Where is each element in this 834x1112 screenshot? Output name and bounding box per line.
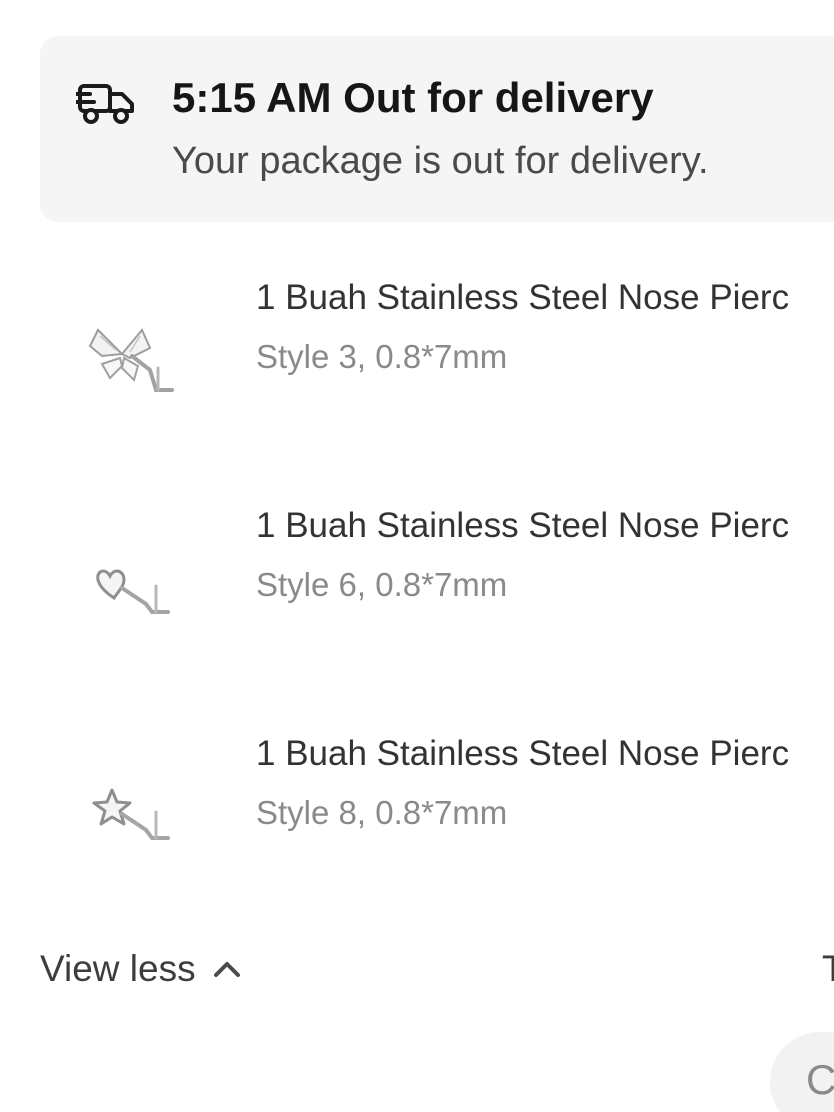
order-item[interactable]: 1 Buah Stainless Steel Nose Pierc Style … xyxy=(0,496,834,676)
bottom-action-button[interactable]: C xyxy=(770,1032,834,1112)
item-variant: Style 8, 0.8*7mm xyxy=(256,794,508,831)
order-tracking-page: 5:15 AM Out for delivery Your package is… xyxy=(0,0,834,1112)
truck-icon xyxy=(76,84,134,124)
star-nose-stud-image xyxy=(92,788,170,840)
order-item[interactable]: 1 Buah Stainless Steel Nose Pierc Style … xyxy=(0,268,834,448)
delivery-status-card[interactable]: 5:15 AM Out for delivery Your package is… xyxy=(40,36,834,222)
item-variant: Style 3, 0.8*7mm xyxy=(256,338,508,375)
cut-off-text: T xyxy=(822,948,834,989)
item-name: 1 Buah Stainless Steel Nose Pierc xyxy=(256,506,790,545)
order-item[interactable]: 1 Buah Stainless Steel Nose Pierc Style … xyxy=(0,724,834,904)
heart-nose-stud-image xyxy=(96,569,170,614)
view-less-label: View less xyxy=(40,948,196,989)
bottom-action-label: C xyxy=(806,1056,834,1103)
delivery-status-description: Your package is out for delivery. xyxy=(172,140,709,182)
chevron-up-icon xyxy=(213,962,240,977)
view-less-button[interactable]: View less xyxy=(40,948,242,990)
item-variant: Style 6, 0.8*7mm xyxy=(256,566,508,603)
item-name: 1 Buah Stainless Steel Nose Pierc xyxy=(256,734,790,773)
delivery-status-title: 5:15 AM Out for delivery xyxy=(172,74,654,121)
butterfly-nose-stud-image xyxy=(88,328,174,392)
item-name: 1 Buah Stainless Steel Nose Pierc xyxy=(256,278,790,317)
